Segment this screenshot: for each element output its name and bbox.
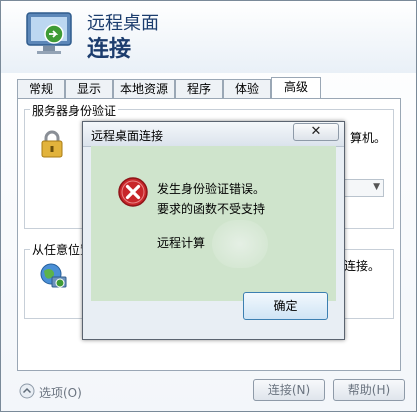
tab-advanced[interactable]: 高级 <box>271 77 321 98</box>
app-title: 连接 <box>87 37 132 62</box>
header: 远程桌面 连接 <box>1 1 416 73</box>
dialog-titlebar: 远程桌面连接 ✕ <box>83 122 344 147</box>
footer: 选项(O) 连接(N) 帮助(H) <box>1 373 416 413</box>
close-button[interactable]: ✕ <box>293 123 339 141</box>
error-message-line1: 发生身份验证错误。 <box>157 182 266 196</box>
obscured-region <box>212 220 268 268</box>
error-message-line3: 远程计算 <box>157 236 206 250</box>
remote-desktop-logo-icon <box>26 12 72 54</box>
tab-experience[interactable]: 体验 <box>223 79 271 98</box>
connect-anywhere-text: 连接。 <box>344 259 381 273</box>
chevron-up-circle-icon[interactable] <box>19 383 35 399</box>
dialog-message-area: 发生身份验证错误。 要求的函数不受支持 远程计算 <box>91 146 336 301</box>
error-message-line2: 要求的函数不受支持 <box>157 202 266 216</box>
tab-general[interactable]: 常规 <box>17 79 65 98</box>
server-auth-label: 服务器身份验证 <box>30 102 119 119</box>
tab-local-resources[interactable]: 本地资源 <box>113 79 175 98</box>
tab-display[interactable]: 显示 <box>65 79 113 98</box>
chevron-down-icon: ▼ <box>373 182 380 192</box>
connect-button[interactable]: 连接(N) <box>253 379 325 401</box>
network-globe-icon <box>40 263 67 288</box>
lock-icon <box>41 130 63 158</box>
ok-button[interactable]: 确定 <box>243 292 328 320</box>
error-dialog: 远程桌面连接 ✕ 发生身份验证错误。 要求的函数不受支持 远程计算 确定 <box>82 121 345 340</box>
help-button[interactable]: 帮助(H) <box>333 379 405 401</box>
error-icon <box>118 177 148 207</box>
tab-programs[interactable]: 程序 <box>175 79 223 98</box>
options-toggle[interactable]: 选项(O) <box>39 384 82 401</box>
dialog-title: 远程桌面连接 <box>91 129 164 143</box>
server-auth-text: 算机。 <box>350 131 387 145</box>
